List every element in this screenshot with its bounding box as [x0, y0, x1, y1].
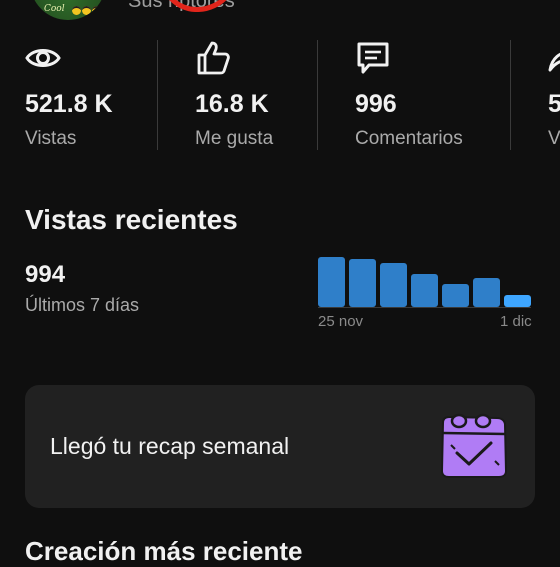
divider [317, 40, 318, 150]
stat-value: 996 [355, 90, 397, 118]
red-scribble-icon [169, 0, 227, 12]
latest-creation-title: Creación más reciente [25, 536, 303, 566]
stat-views[interactable]: 521.8 K Vistas [25, 36, 145, 152]
chart-bar-29-nov [442, 284, 469, 307]
recap-label: Llegó tu recap semanal [50, 433, 290, 459]
stats-row: 521.8 K Vistas 16.8 K Me gusta 996 Comen… [0, 36, 560, 154]
chart-bar-28-nov [411, 274, 438, 307]
sunglasses-emoji-icon [72, 6, 101, 15]
stat-shares[interactable]: 5 V [548, 36, 560, 152]
stat-value: 16.8 K [195, 90, 269, 118]
share-icon [548, 52, 560, 72]
thumbs-up-icon [197, 41, 230, 75]
channel-avatar[interactable]: Cool [30, 0, 106, 20]
chart-bar-27-nov [380, 263, 407, 307]
divider [510, 40, 511, 150]
eye-icon [25, 49, 61, 67]
recent-views-chart[interactable] [310, 250, 540, 310]
comment-icon [357, 42, 389, 74]
recent-views-period: Últimos 7 días [25, 295, 140, 315]
stat-value: 521.8 K [25, 90, 113, 118]
stat-label: Me gusta [195, 128, 274, 149]
calendar-check-icon [440, 413, 508, 478]
divider [157, 40, 158, 150]
chart-bar-30-nov [473, 278, 500, 307]
chart-tick-start: 25 nov [318, 313, 364, 330]
chart-bar-25-nov [318, 257, 345, 307]
chart-bar-1-dic [504, 295, 531, 307]
chart-bar-26-nov [349, 259, 376, 307]
recent-views-count: 994 [25, 261, 66, 288]
stat-label: Vistas [25, 128, 77, 149]
stat-label: Comentarios [355, 128, 463, 149]
channel-header: Cool Sus riptores [0, 0, 560, 26]
avatar-text: Cool [44, 4, 65, 14]
chart-tick-end: 1 dic [500, 313, 532, 330]
stat-label: V [548, 128, 560, 149]
stat-comments[interactable]: 996 Comentarios [355, 36, 495, 152]
recent-views-title: Vistas recientes [25, 204, 238, 235]
weekly-recap-card[interactable]: Llegó tu recap semanal [25, 385, 535, 508]
stat-value: 5 [548, 90, 560, 118]
stat-likes[interactable]: 16.8 K Me gusta [195, 36, 315, 152]
